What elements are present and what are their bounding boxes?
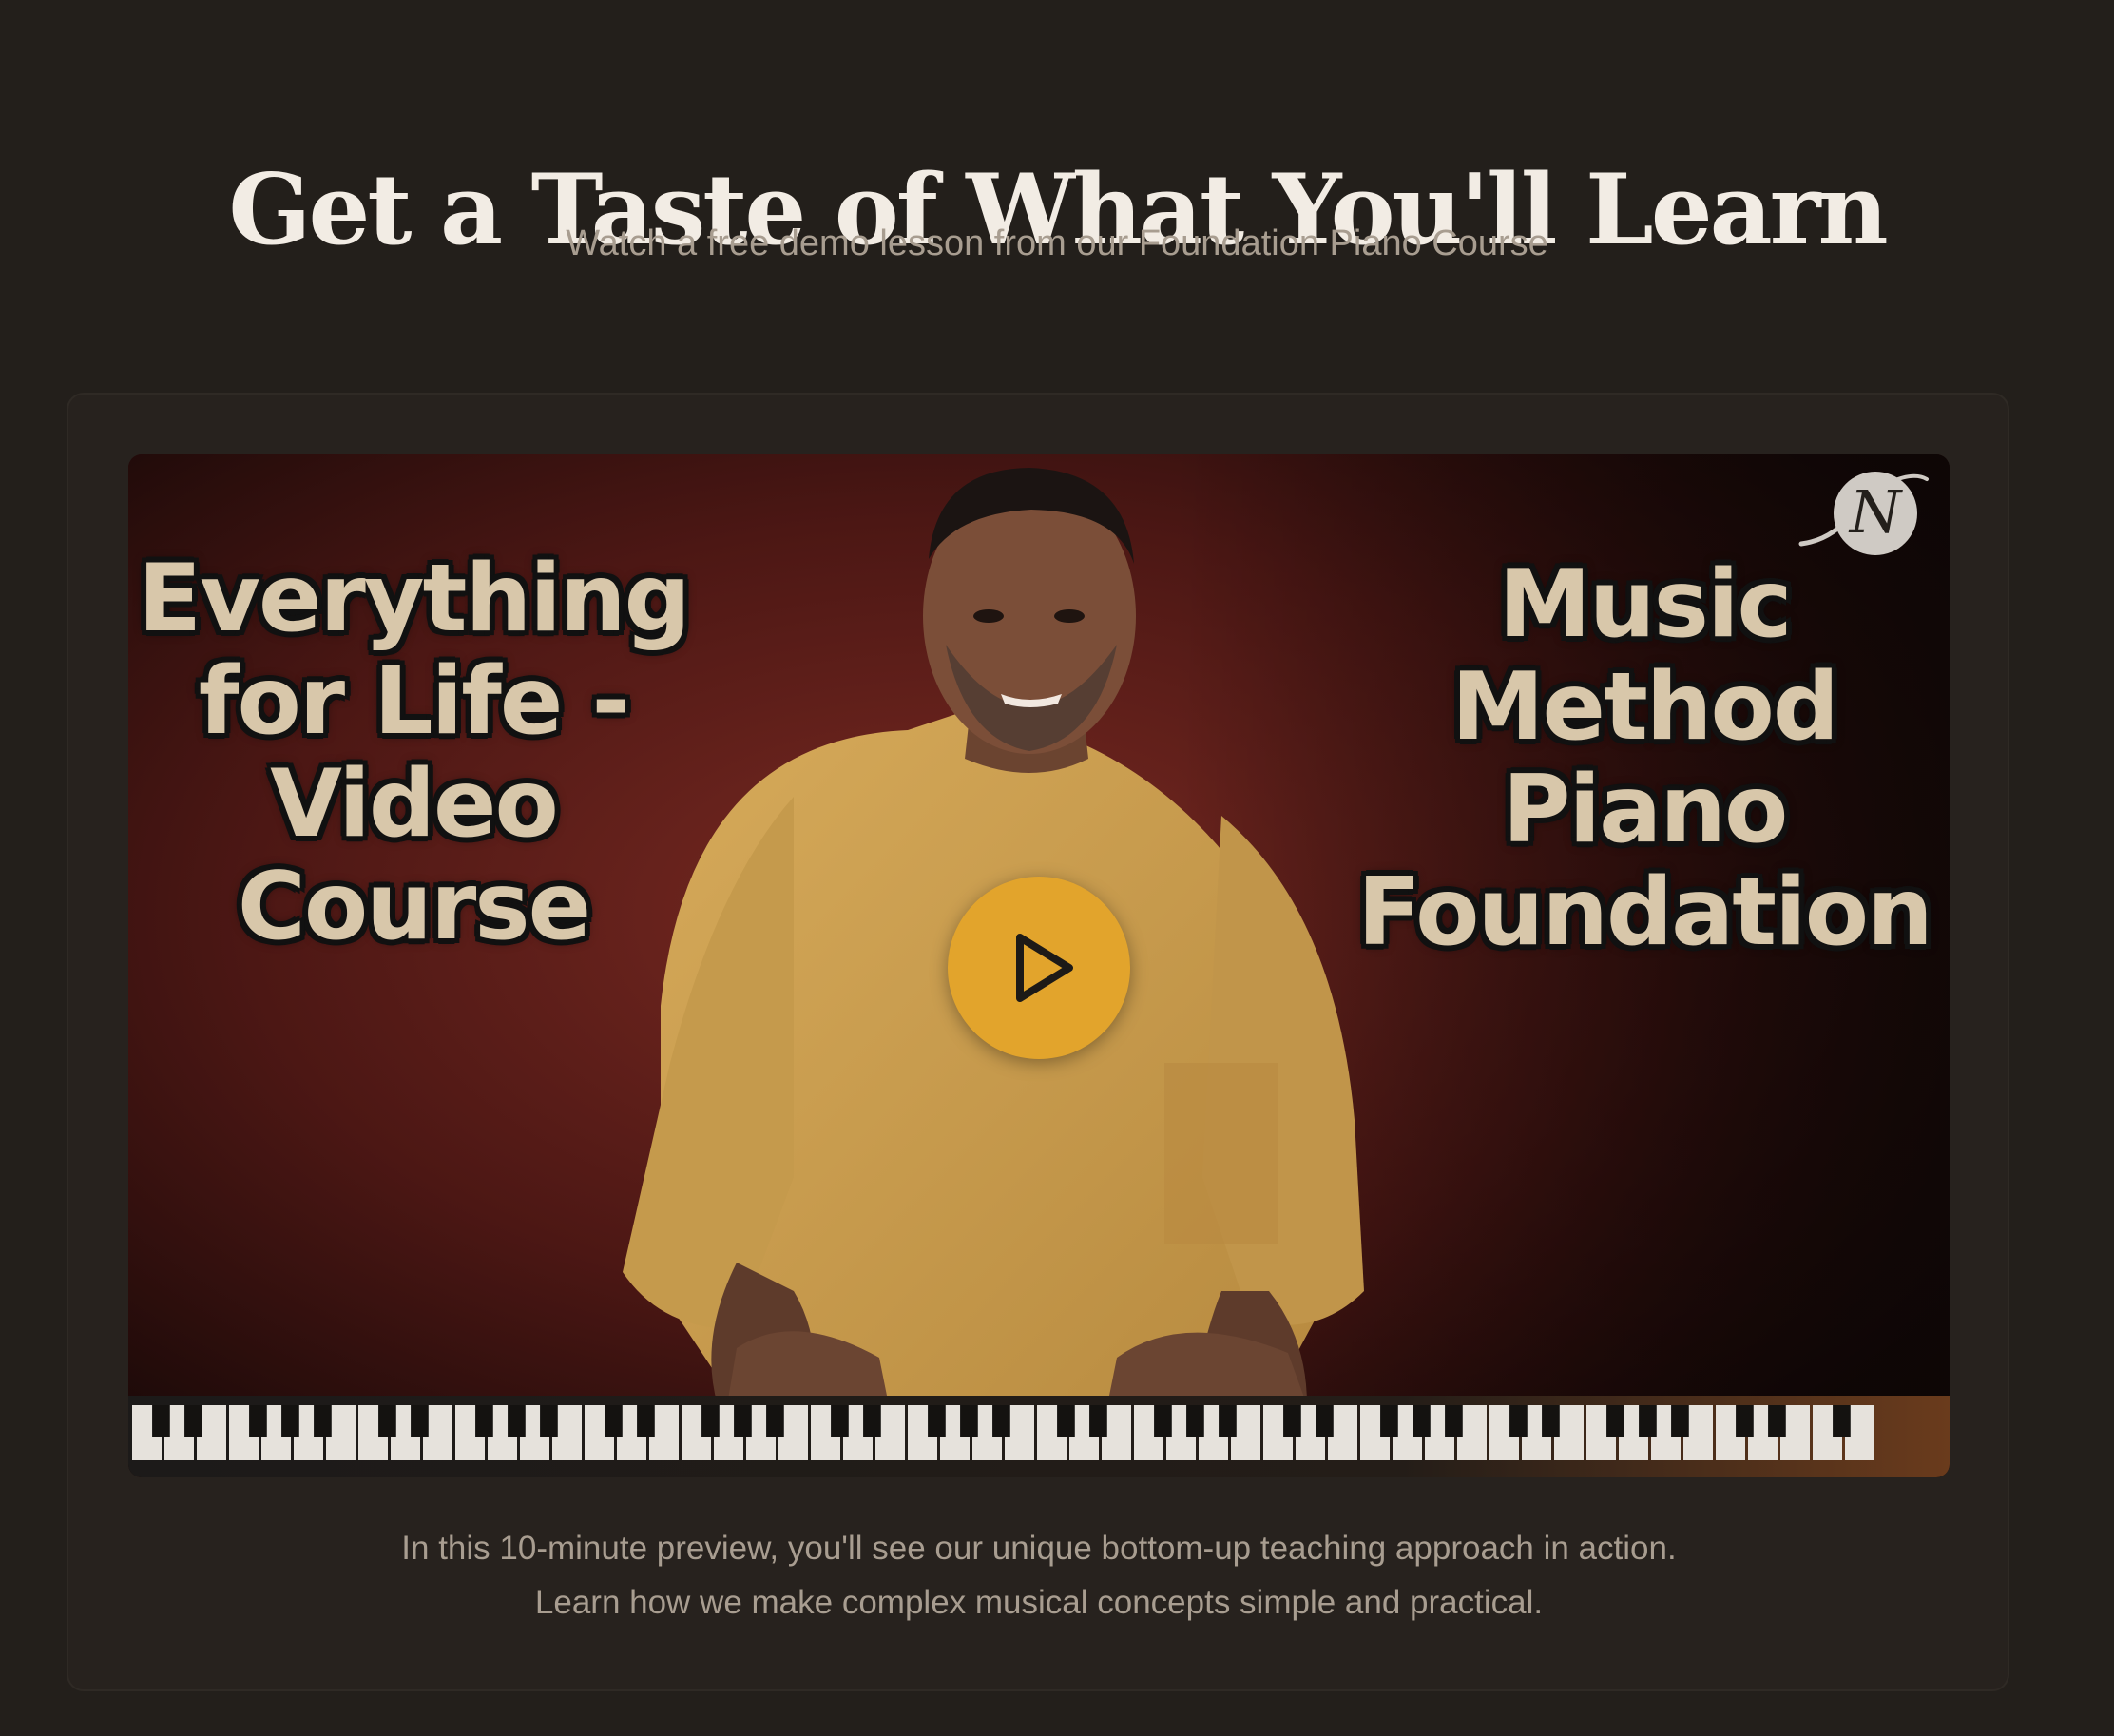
black-key <box>1768 1405 1786 1437</box>
black-key <box>1283 1405 1301 1437</box>
thumbnail-left-line: for Life - <box>198 647 630 756</box>
black-key <box>1671 1405 1689 1437</box>
black-key <box>1089 1405 1107 1437</box>
thumbnail-right-line: Piano <box>1502 756 1789 864</box>
black-key <box>863 1405 881 1437</box>
video-player[interactable]: Everything for Life - Video Course Music… <box>128 454 1950 1477</box>
play-button[interactable] <box>948 877 1130 1059</box>
black-key <box>475 1405 493 1437</box>
black-key <box>314 1405 332 1437</box>
black-key <box>1736 1405 1754 1437</box>
black-key <box>1833 1405 1851 1437</box>
black-key <box>1316 1405 1334 1437</box>
course-logo-icon: N <box>1798 472 1929 555</box>
thumbnail-right-line: Method <box>1451 653 1839 762</box>
black-key <box>281 1405 299 1437</box>
black-key <box>928 1405 946 1437</box>
logo-letter: N <box>1848 477 1904 547</box>
black-key <box>831 1405 849 1437</box>
black-key <box>734 1405 752 1437</box>
black-key <box>766 1405 784 1437</box>
black-key <box>992 1405 1010 1437</box>
black-key <box>508 1405 526 1437</box>
black-key <box>637 1405 655 1437</box>
thumbnail-left-line: Course <box>237 853 591 961</box>
description-line-2: Learn how we make complex musical concep… <box>534 1584 1544 1621</box>
black-key <box>1606 1405 1624 1437</box>
black-key <box>1509 1405 1528 1437</box>
black-key <box>249 1405 267 1437</box>
black-key <box>540 1405 558 1437</box>
video-description: In this 10-minute preview, you'll see ou… <box>128 1521 1950 1630</box>
black-key <box>152 1405 170 1437</box>
black-key <box>411 1405 429 1437</box>
black-key <box>1445 1405 1463 1437</box>
black-key <box>605 1405 623 1437</box>
black-key <box>1542 1405 1560 1437</box>
black-key <box>1219 1405 1237 1437</box>
black-key <box>1380 1405 1398 1437</box>
description-line-1: In this 10-minute preview, you'll see ou… <box>401 1530 1677 1567</box>
section-subtitle: Watch a free demo lesson from our Founda… <box>566 223 1548 263</box>
black-key <box>378 1405 396 1437</box>
thumbnail-right-text: Music Method Piano Foundation <box>1345 553 1944 964</box>
thumbnail-left-line: Everything <box>138 545 691 653</box>
black-key <box>184 1405 202 1437</box>
black-key <box>1057 1405 1075 1437</box>
thumbnail-left-text: Everything for Life - Video Course <box>138 545 691 961</box>
thumbnail-right-line: Foundation <box>1357 858 1933 967</box>
black-key <box>1639 1405 1657 1437</box>
black-key <box>701 1405 720 1437</box>
black-key <box>1154 1405 1172 1437</box>
black-key <box>1413 1405 1431 1437</box>
black-key <box>960 1405 978 1437</box>
thumbnail-right-line: Music <box>1498 550 1792 659</box>
thumbnail-left-line: Video <box>270 750 559 858</box>
play-icon <box>1016 934 1073 1002</box>
black-key <box>1186 1405 1204 1437</box>
